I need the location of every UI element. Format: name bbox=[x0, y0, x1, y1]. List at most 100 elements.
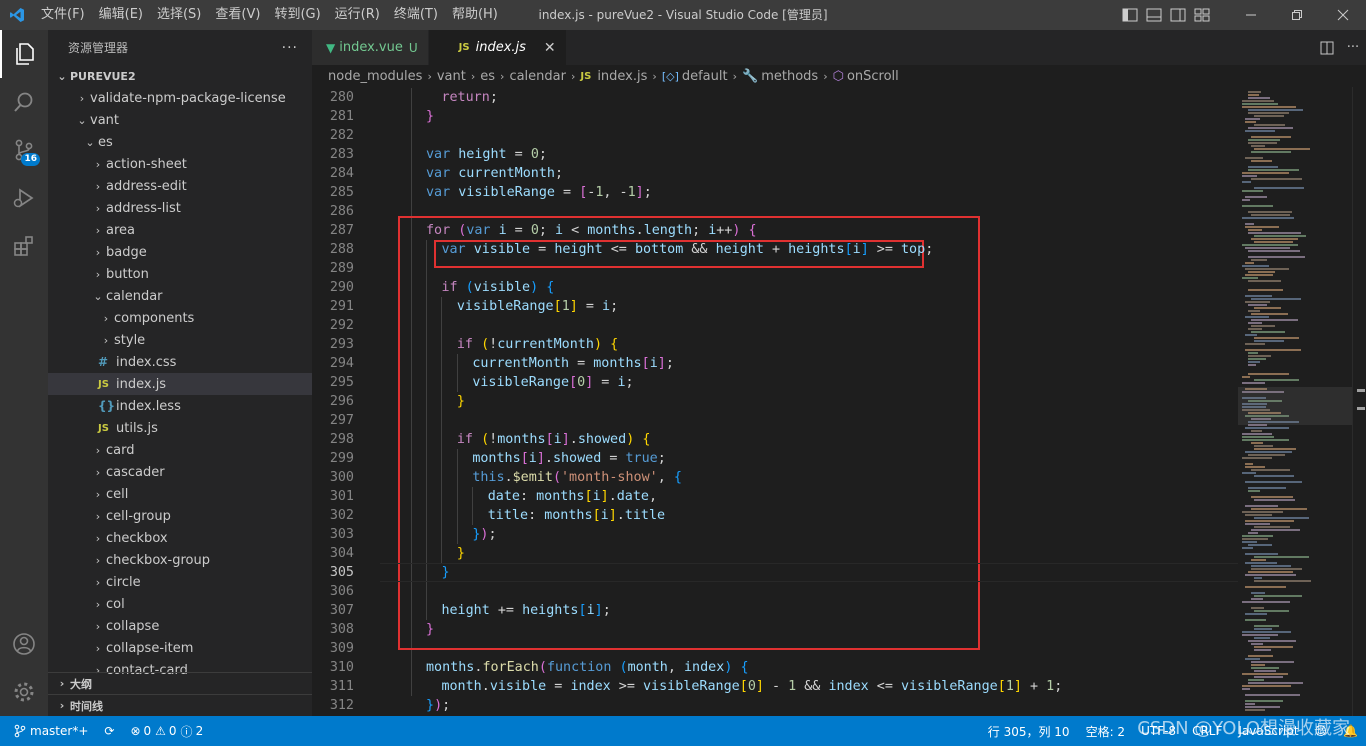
line-number: 284 bbox=[329, 166, 354, 181]
minimap[interactable] bbox=[1238, 87, 1352, 716]
toggle-sidebar-icon[interactable] bbox=[1118, 0, 1142, 30]
line-number: 301 bbox=[329, 489, 354, 504]
folder-item[interactable]: › cell-group bbox=[48, 505, 312, 527]
line-number: 305 bbox=[329, 565, 354, 580]
indentation[interactable]: 空格: 2 bbox=[1078, 716, 1134, 746]
minimap-line bbox=[1242, 433, 1272, 435]
editor-tabs: ▼ index.vue U JS index.js ✕ ··· bbox=[312, 30, 1366, 65]
folder-item[interactable]: › components bbox=[48, 307, 312, 329]
menu-view[interactable]: 查看(V) bbox=[208, 0, 267, 30]
more-actions-icon[interactable]: ··· bbox=[1340, 40, 1366, 55]
vertical-scrollbar[interactable] bbox=[1352, 87, 1366, 716]
folder-item[interactable]: › address-list bbox=[48, 197, 312, 219]
folder-item[interactable]: › style bbox=[48, 329, 312, 351]
minimap-line bbox=[1248, 289, 1283, 291]
breadcrumb-item[interactable]: methods bbox=[761, 69, 818, 84]
breadcrumb-item[interactable]: node_modules bbox=[328, 69, 422, 84]
minimap-line bbox=[1251, 661, 1294, 663]
folder-item[interactable]: ⌄ es bbox=[48, 131, 312, 153]
folder-item[interactable]: › action-sheet bbox=[48, 153, 312, 175]
folder-item[interactable]: › area bbox=[48, 219, 312, 241]
close-window-icon[interactable] bbox=[1320, 0, 1366, 30]
end-of-line[interactable]: CRLF bbox=[1184, 716, 1230, 746]
folder-item[interactable]: › collapse bbox=[48, 615, 312, 637]
breadcrumb-item[interactable]: index.js bbox=[597, 69, 647, 84]
file-item[interactable]: # index.css bbox=[48, 351, 312, 373]
tab-index-js[interactable]: JS index.js ✕ bbox=[428, 30, 567, 65]
folder-item[interactable]: › badge bbox=[48, 241, 312, 263]
menu-go[interactable]: 转到(G) bbox=[267, 0, 327, 30]
chevron-right-icon: › bbox=[95, 531, 101, 545]
folder-item[interactable]: › cell bbox=[48, 483, 312, 505]
problems-indicator[interactable]: ⊗ 0 ⚠ 0 ⓘ 2 bbox=[122, 716, 211, 746]
menu-help[interactable]: 帮助(H) bbox=[445, 0, 505, 30]
feedback-icon[interactable]: ☺ bbox=[1307, 716, 1336, 746]
menu-selection[interactable]: 选择(S) bbox=[150, 0, 208, 30]
menu-terminal[interactable]: 终端(T) bbox=[387, 0, 445, 30]
account-icon[interactable] bbox=[0, 620, 48, 668]
folder-item[interactable]: › validate-npm-package-license bbox=[48, 87, 312, 109]
tab-index-vue[interactable]: ▼ index.vue U bbox=[312, 30, 429, 65]
outline-section[interactable]: › 大纲 bbox=[48, 672, 312, 694]
split-editor-icon[interactable] bbox=[1314, 41, 1340, 55]
folder-item[interactable]: › checkbox bbox=[48, 527, 312, 549]
line-number: 287 bbox=[329, 223, 354, 238]
search-icon[interactable] bbox=[0, 78, 48, 126]
breadcrumb-item[interactable]: onScroll bbox=[847, 69, 899, 84]
file-item[interactable]: JS utils.js bbox=[48, 417, 312, 439]
minimap-line bbox=[1248, 532, 1258, 534]
folder-item[interactable]: › checkbox-group bbox=[48, 549, 312, 571]
settings-gear-icon[interactable] bbox=[0, 668, 48, 716]
close-tab-icon[interactable]: ✕ bbox=[544, 40, 556, 56]
workspace-root[interactable]: ⌄ PUREVUE2 bbox=[48, 65, 312, 87]
explorer-icon[interactable] bbox=[0, 30, 48, 78]
timeline-section[interactable]: › 时间线 bbox=[48, 694, 312, 716]
code-text: var visible = height <= bottom && height… bbox=[441, 242, 934, 257]
folder-item[interactable]: › circle bbox=[48, 571, 312, 593]
source-control-icon[interactable]: 16 bbox=[0, 126, 48, 174]
minimize-icon[interactable] bbox=[1228, 0, 1274, 30]
folder-item[interactable]: › button bbox=[48, 263, 312, 285]
folder-item[interactable]: › cascader bbox=[48, 461, 312, 483]
breadcrumb-item[interactable]: es bbox=[480, 69, 495, 84]
minimap-line bbox=[1242, 217, 1294, 219]
breadcrumb-item[interactable]: vant bbox=[437, 69, 466, 84]
customize-layout-icon[interactable] bbox=[1190, 0, 1214, 30]
code-text: month.visible = index >= visibleRange[0]… bbox=[441, 679, 1063, 694]
minimap-viewport[interactable] bbox=[1238, 387, 1352, 425]
folder-item[interactable]: › card bbox=[48, 439, 312, 461]
toggle-secondary-sidebar-icon[interactable] bbox=[1166, 0, 1190, 30]
breadcrumb-item[interactable]: calendar bbox=[509, 69, 566, 84]
extensions-icon[interactable] bbox=[0, 222, 48, 270]
minimap-line bbox=[1248, 97, 1270, 99]
file-item[interactable]: {} index.less bbox=[48, 395, 312, 417]
chevron-right-icon: › bbox=[95, 597, 101, 611]
more-actions-icon[interactable]: ··· bbox=[282, 40, 298, 56]
folder-item[interactable]: › col bbox=[48, 593, 312, 615]
menu-file[interactable]: 文件(F) bbox=[34, 0, 92, 30]
menu-run[interactable]: 运行(R) bbox=[328, 0, 387, 30]
minimap-line bbox=[1245, 121, 1256, 123]
toggle-panel-icon[interactable] bbox=[1142, 0, 1166, 30]
restore-icon[interactable] bbox=[1274, 0, 1320, 30]
folder-item[interactable]: ⌄ vant bbox=[48, 109, 312, 131]
menu-edit[interactable]: 编辑(E) bbox=[92, 0, 150, 30]
cursor-position[interactable]: 行 305，列 10 bbox=[980, 716, 1078, 746]
code-text: if (!months[i].showed) { bbox=[456, 432, 651, 447]
run-debug-icon[interactable] bbox=[0, 174, 48, 222]
encoding[interactable]: UTF-8 bbox=[1133, 716, 1184, 746]
folder-item[interactable]: › address-edit bbox=[48, 175, 312, 197]
branch-indicator[interactable]: master*+ bbox=[0, 716, 96, 746]
notifications-bell-icon[interactable]: 🔔 bbox=[1335, 716, 1366, 746]
breadcrumb-item[interactable]: default bbox=[682, 69, 728, 84]
minimap-line bbox=[1248, 490, 1260, 492]
chevron-right-icon: › bbox=[79, 91, 85, 105]
sync-icon[interactable]: ⟳ bbox=[96, 716, 122, 746]
chevron-right-icon: › bbox=[823, 69, 828, 83]
code-editor[interactable]: 280 return; 281} 282 283 var height = 0; 284 va… bbox=[312, 87, 1238, 716]
folder-item[interactable]: › collapse-item bbox=[48, 637, 312, 659]
file-item[interactable]: JS index.js bbox=[48, 373, 312, 395]
language-mode[interactable]: JavaScript bbox=[1230, 716, 1306, 746]
code-text: title: months[i].title bbox=[487, 508, 666, 523]
folder-item[interactable]: ⌄ calendar bbox=[48, 285, 312, 307]
